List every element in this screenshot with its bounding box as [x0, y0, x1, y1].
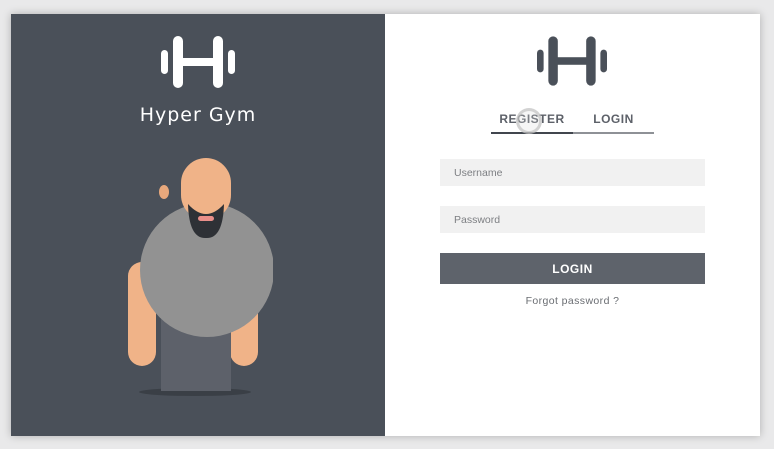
- click-ripple: [516, 108, 542, 134]
- username-field[interactable]: [440, 159, 705, 186]
- brand-name: Hyper Gym: [139, 104, 257, 126]
- login-card: Hyper Gym REGISTER LOGIN Username LOGIN …: [11, 14, 760, 436]
- bodybuilder-illustration: [128, 158, 273, 396]
- tab-login[interactable]: LOGIN: [573, 110, 654, 132]
- dumbbell-icon: [537, 36, 607, 86]
- password-field[interactable]: [440, 206, 705, 233]
- login-button[interactable]: LOGIN: [440, 253, 705, 284]
- brand-panel: Hyper Gym: [11, 14, 385, 436]
- dumbbell-icon: [161, 36, 235, 88]
- forgot-password-link[interactable]: Forgot password ?: [440, 295, 705, 307]
- auth-panel: REGISTER LOGIN LOGIN Forgot password ?: [385, 14, 760, 436]
